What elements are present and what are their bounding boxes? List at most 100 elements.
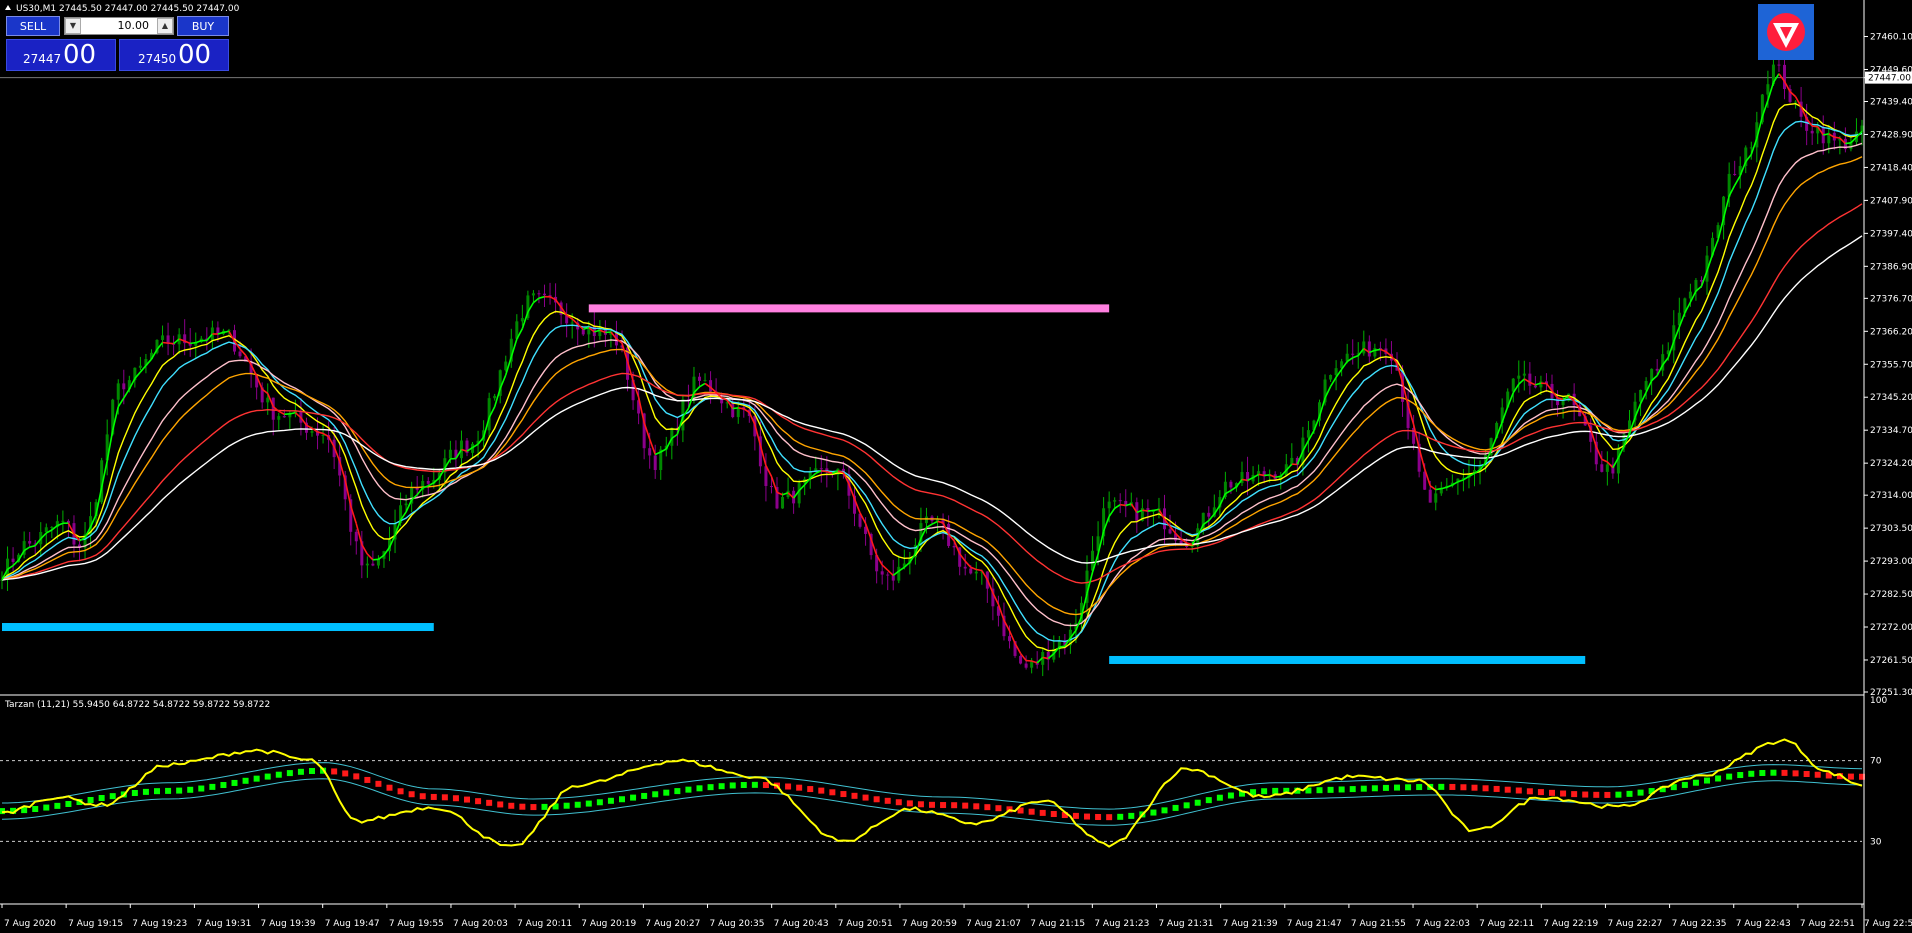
signal-dot: [1626, 790, 1633, 797]
signal-dot: [187, 786, 194, 793]
ask-price-main: 27450: [138, 52, 177, 66]
signal-dot: [674, 788, 681, 795]
lot-size-field[interactable]: ▼ 10.00 ▲: [64, 17, 174, 35]
signal-dot: [541, 803, 548, 810]
lot-size-value[interactable]: 10.00: [118, 18, 150, 34]
moving-average-line: [1, 102, 1863, 652]
signal-dot: [1737, 772, 1744, 779]
signal-dot: [419, 793, 426, 800]
candle-body: [1019, 655, 1023, 664]
signal-dot: [1382, 784, 1389, 791]
trend-line-segment: [289, 411, 296, 415]
candle-body: [1605, 464, 1609, 472]
signal-dot: [1615, 791, 1622, 798]
trading-chart[interactable]: 27460.1027449.6027447.0027439.4027428.90…: [0, 0, 1912, 933]
signal-dot: [1150, 809, 1157, 816]
candle-body: [1190, 545, 1194, 547]
signal-dot: [375, 780, 382, 787]
signal-dot: [1803, 770, 1810, 777]
x-tick-label: 7 Aug 19:31: [196, 919, 251, 929]
candle-body: [1561, 400, 1565, 406]
x-tick-label: 7 Aug 21:47: [1287, 919, 1342, 929]
symbol-header: US30,M1 27445.50 27447.00 27445.50 27447…: [16, 4, 240, 14]
candle-body: [310, 431, 314, 433]
candle-body: [1688, 291, 1692, 299]
broker-logo-icon[interactable]: [1758, 4, 1814, 60]
x-tick-label: 7 Aug 20:19: [581, 919, 636, 929]
signal-dot: [1227, 792, 1234, 799]
candle-body: [963, 566, 967, 569]
signal-dot: [1726, 773, 1733, 780]
signal-dot: [430, 793, 437, 800]
trend-line-segment: [1733, 175, 1741, 186]
trend-line-segment: [1429, 485, 1437, 491]
signal-dot: [663, 789, 670, 796]
signal-dot: [1194, 799, 1201, 806]
candle-body: [1024, 663, 1028, 668]
y-tick-label: 27282.50: [1870, 590, 1912, 600]
signal-dot: [98, 795, 105, 802]
moving-average-line: [1, 203, 1863, 584]
signal-dot: [1338, 786, 1345, 793]
signal-dot: [729, 782, 736, 789]
signal-dot: [1814, 771, 1821, 778]
price-pane[interactable]: [0, 53, 1864, 677]
signal-dot: [1571, 791, 1578, 798]
support-left-level[interactable]: [2, 623, 434, 632]
trend-line-segment: [1147, 509, 1154, 512]
triangle-down-icon[interactable]: ▼: [65, 18, 81, 34]
candle-body: [1030, 661, 1034, 668]
support-right-level[interactable]: [1109, 655, 1586, 664]
candle-body: [731, 402, 735, 418]
trend-line-segment: [1108, 507, 1116, 517]
x-tick-label: 7 Aug 22:59: [1864, 919, 1912, 929]
sell-button[interactable]: SELL: [6, 16, 60, 36]
signal-dot: [951, 802, 958, 809]
y-tick-label: 27386.90: [1870, 262, 1912, 272]
signal-dot: [906, 800, 913, 807]
signal-dot: [1537, 789, 1544, 796]
triangle-up-icon[interactable]: ▲: [157, 18, 173, 34]
signal-dot: [862, 794, 869, 801]
y-tick-label: 27334.70: [1870, 426, 1912, 436]
signal-dot: [1416, 784, 1423, 791]
y-tick-label: 27345.20: [1870, 393, 1912, 403]
candle-body: [354, 531, 358, 542]
trend-line-segment: [223, 330, 230, 334]
trend-line-segment: [162, 341, 169, 344]
signal-dot: [1117, 813, 1124, 820]
candle-body: [819, 468, 823, 470]
signal-dot: [718, 783, 725, 790]
signal-dot: [32, 805, 39, 812]
y-tick-label: 27418.40: [1870, 163, 1912, 173]
trend-line-segment: [1518, 378, 1525, 385]
tarzan-indicator-pane[interactable]: [0, 738, 1865, 848]
candle-body: [448, 449, 452, 459]
y-tick-label: 27261.50: [1870, 656, 1912, 666]
signal-dot: [464, 796, 470, 803]
candle-body: [1528, 373, 1532, 386]
trend-line-segment: [366, 553, 374, 561]
buy-button[interactable]: BUY: [177, 16, 229, 36]
candle-body: [321, 434, 325, 436]
trend-line-segment: [931, 520, 938, 525]
candle-body: [1229, 481, 1233, 488]
signal-dot: [1128, 812, 1135, 819]
candle-body: [1334, 368, 1338, 375]
x-tick-label: 7 Aug 20:43: [774, 919, 829, 929]
signal-dot: [840, 791, 847, 798]
signal-dot: [585, 800, 592, 807]
ask-price-button[interactable]: 27450 00: [119, 39, 229, 71]
signal-dot: [1792, 770, 1799, 777]
signal-dot: [685, 786, 692, 793]
candle-body: [1655, 368, 1659, 371]
candle-body: [426, 480, 430, 484]
signal-dot: [1272, 787, 1279, 794]
candle-body: [703, 380, 707, 382]
signal-dot: [1482, 785, 1489, 792]
bid-price-button[interactable]: 27447 00: [6, 39, 116, 71]
symbol-collapse-icon[interactable]: [5, 5, 11, 10]
candle-body: [1794, 101, 1798, 103]
candle-body: [11, 558, 15, 562]
resistance-level[interactable]: [588, 304, 1110, 313]
